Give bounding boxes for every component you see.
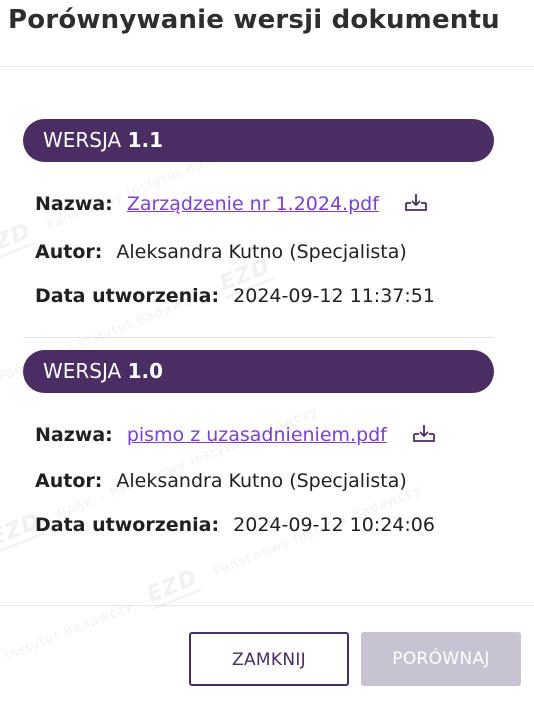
- version-1-1-date-row: Data utworzenia: 2024-09-12 11:37:51: [35, 285, 435, 307]
- version-label: WERSJA: [43, 128, 122, 152]
- author-label: Autor:: [35, 470, 103, 492]
- version-header-1-0: WERSJA 1.0: [23, 350, 494, 393]
- date-value: 2024-09-12 10:24:06: [233, 514, 435, 536]
- file-link-version-1-1[interactable]: Zarządzenie nr 1.2024.pdf: [127, 193, 379, 215]
- file-link-version-1-0[interactable]: pismo z uzasadnieniem.pdf: [127, 424, 387, 446]
- version-1-0-author-row: Autor: Aleksandra Kutno (Specjalista): [35, 470, 407, 492]
- date-label: Data utworzenia:: [35, 285, 220, 307]
- download-icon[interactable]: [403, 191, 429, 218]
- version-number: 1.1: [127, 128, 164, 152]
- dialog-title: Porównywanie wersji dokumentu: [8, 5, 500, 35]
- version-1-0-name-row: Nazwa: pismo z uzasadnieniem.pdf: [35, 422, 437, 449]
- author-value: Aleksandra Kutno (Specjalista): [116, 241, 407, 263]
- date-label: Data utworzenia:: [35, 514, 220, 536]
- name-label: Nazwa:: [35, 193, 113, 215]
- version-1-1-name-row: Nazwa: Zarządzenie nr 1.2024.pdf: [35, 191, 429, 218]
- version-separator: [23, 337, 494, 338]
- compare-button[interactable]: PORÓWNAJ: [361, 632, 521, 686]
- date-value: 2024-09-12 11:37:51: [233, 285, 435, 307]
- author-value: Aleksandra Kutno (Specjalista): [116, 470, 407, 492]
- close-button[interactable]: ZAMKNIJ: [189, 632, 349, 686]
- dialog-header: Porównywanie wersji dokumentu: [0, 0, 534, 67]
- version-1-1-author-row: Autor: Aleksandra Kutno (Specjalista): [35, 241, 407, 263]
- version-header-1-1: WERSJA 1.1: [23, 119, 494, 162]
- dialog-footer: ZAMKNIJ PORÓWNAJ: [0, 606, 534, 713]
- name-label: Nazwa:: [35, 424, 113, 446]
- version-label: WERSJA: [43, 359, 122, 383]
- compare-versions-dialog: Porównywanie wersji dokumentu EZDPaństwo…: [0, 0, 534, 714]
- version-1-0-date-row: Data utworzenia: 2024-09-12 10:24:06: [35, 514, 435, 536]
- author-label: Autor:: [35, 241, 103, 263]
- version-number: 1.0: [127, 359, 164, 383]
- download-icon[interactable]: [411, 422, 437, 449]
- dialog-body: EZDPaństwowy Instytut BadawczyEZD NASK –…: [0, 67, 534, 675]
